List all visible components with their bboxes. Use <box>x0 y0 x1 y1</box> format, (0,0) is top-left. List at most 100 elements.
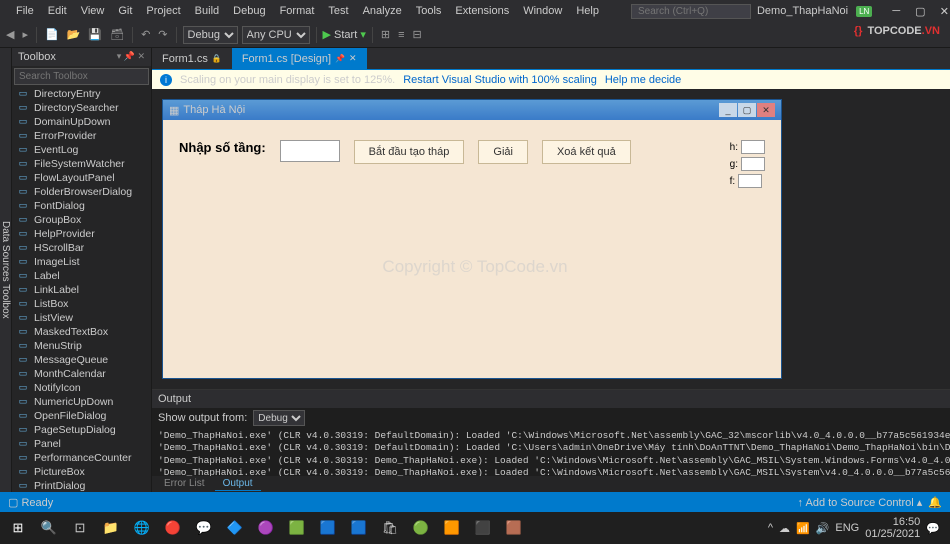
toolbox-item[interactable]: ▭DomainUpDown <box>12 115 151 129</box>
tab-error-list[interactable]: Error List <box>156 477 213 491</box>
chrome-icon[interactable]: 🔴 <box>159 515 187 541</box>
close-button[interactable]: ✕ <box>936 5 950 18</box>
menu-debug[interactable]: Debug <box>227 3 271 19</box>
app-icon[interactable]: 🟦 <box>314 515 342 541</box>
mini-input[interactable] <box>741 140 765 154</box>
start-button[interactable]: ▶ Start ▾ <box>323 28 366 41</box>
toolbox-item[interactable]: ▭FontDialog <box>12 199 151 213</box>
tab-output[interactable]: Output <box>215 477 261 491</box>
tray-volume-icon[interactable]: 🔊 <box>816 522 830 535</box>
notifications-icon[interactable]: 🔔 <box>928 496 942 509</box>
menu-window[interactable]: Window <box>517 3 568 19</box>
system-tray[interactable]: ^ ☁ 📶 🔊 ENG 16:5001/25/2021 💬 <box>768 516 946 540</box>
start-button[interactable]: ⊞ <box>4 515 32 541</box>
new-icon[interactable]: 📄 <box>43 28 61 41</box>
panel-controls[interactable]: ▾ 📌 ✕ <box>117 51 145 63</box>
tool-icon[interactable]: ⊞ <box>379 28 392 41</box>
toolbox-search-input[interactable] <box>14 68 149 85</box>
menu-git[interactable]: Git <box>112 3 138 19</box>
toolbox-item[interactable]: ▭MaskedTextBox <box>12 325 151 339</box>
form-min-icon[interactable]: _ <box>719 103 737 117</box>
word-icon[interactable]: 🟦 <box>345 515 373 541</box>
save-icon[interactable]: 💾 <box>86 28 104 41</box>
form-designer[interactable]: ▦ Tháp Hà Nội _ ▢ ✕ Nhập số tầng: Bắt đầ… <box>152 89 950 389</box>
tool-icon[interactable]: ≡ <box>396 29 406 41</box>
left-vertical-tabs[interactable]: Data Sources Toolbox <box>0 48 12 492</box>
menu-analyze[interactable]: Analyze <box>357 3 408 19</box>
form-max-icon[interactable]: ▢ <box>738 103 756 117</box>
toolbox-item[interactable]: ▭HelpProvider <box>12 227 151 241</box>
task-view-icon[interactable]: ⊡ <box>66 515 94 541</box>
terminal-icon[interactable]: ⬛ <box>469 515 497 541</box>
menu-build[interactable]: Build <box>189 3 225 19</box>
platform-select[interactable]: Any CPU <box>242 26 310 44</box>
coccoc-icon[interactable]: 🟢 <box>407 515 435 541</box>
config-select[interactable]: Debug <box>183 26 238 44</box>
clear-button[interactable]: Xoá kết quả <box>542 140 631 164</box>
open-icon[interactable]: 📂 <box>65 28 83 41</box>
tab-form1-cs[interactable]: Form1.cs🔒 <box>152 48 232 69</box>
tray-wifi-icon[interactable]: 📶 <box>796 522 810 535</box>
toolbox-item[interactable]: ▭OpenFileDialog <box>12 409 151 423</box>
nav-fwd-icon[interactable]: ▸ <box>20 28 30 41</box>
toolbox-item[interactable]: ▭PictureBox <box>12 465 151 479</box>
messenger-icon[interactable]: 💬 <box>190 515 218 541</box>
toolbox-item[interactable]: ▭DirectorySearcher <box>12 101 151 115</box>
explorer-icon[interactable]: 📁 <box>97 515 125 541</box>
toolbox-item[interactable]: ▭MessageQueue <box>12 353 151 367</box>
nav-back-icon[interactable]: ◀ <box>4 28 16 41</box>
solve-button[interactable]: Giải <box>478 140 528 164</box>
menu-tools[interactable]: Tools <box>410 3 448 19</box>
tab-form1-design[interactable]: Form1.cs [Design]📌✕ <box>232 48 367 69</box>
tray-chevron-icon[interactable]: ^ <box>768 522 773 534</box>
toolbox-item[interactable]: ▭ErrorProvider <box>12 129 151 143</box>
toolbox-item[interactable]: ▭GroupBox <box>12 213 151 227</box>
tray-lang-icon[interactable]: ENG <box>835 522 859 534</box>
toolbox-item[interactable]: ▭Label <box>12 269 151 283</box>
toolbox-item[interactable]: ▭NumericUpDown <box>12 395 151 409</box>
notification-center-icon[interactable]: 💬 <box>926 522 940 535</box>
vscode-icon[interactable]: 🔷 <box>221 515 249 541</box>
toolbox-item[interactable]: ▭PageSetupDialog <box>12 423 151 437</box>
create-button[interactable]: Bắt đầu tạo tháp <box>354 140 465 164</box>
toolbox-item[interactable]: ▭FlowLayoutPanel <box>12 171 151 185</box>
pycharm-icon[interactable]: 🟩 <box>283 515 311 541</box>
toolbox-item[interactable]: ▭FileSystemWatcher <box>12 157 151 171</box>
restart-link[interactable]: Restart Visual Studio with 100% scaling <box>403 74 597 86</box>
edge-icon[interactable]: 🌐 <box>128 515 156 541</box>
redo-icon[interactable]: ↷ <box>156 28 169 41</box>
toolbox-item[interactable]: ▭Panel <box>12 437 151 451</box>
tray-cloud-icon[interactable]: ☁ <box>779 522 790 535</box>
form-preview-icon[interactable]: 🟫 <box>500 515 528 541</box>
mini-input[interactable] <box>741 157 765 171</box>
toolbox-item[interactable]: ▭ListBox <box>12 297 151 311</box>
help-link[interactable]: Help me decide <box>605 74 681 86</box>
toolbox-item[interactable]: ▭PerformanceCounter <box>12 451 151 465</box>
taskbar-search-icon[interactable]: 🔍 <box>35 515 63 541</box>
toolbox-item[interactable]: ▭ImageList <box>12 255 151 269</box>
maximize-button[interactable]: ▢ <box>912 5 928 18</box>
undo-icon[interactable]: ↶ <box>139 28 152 41</box>
menu-view[interactable]: View <box>75 3 111 19</box>
toolbox-item[interactable]: ▭HScrollBar <box>12 241 151 255</box>
form-close-icon[interactable]: ✕ <box>757 103 775 117</box>
toolbox-item[interactable]: ▭MonthCalendar <box>12 367 151 381</box>
toolbox-item[interactable]: ▭PrintDialog <box>12 479 151 492</box>
global-search-input[interactable] <box>631 4 751 19</box>
toolbox-item[interactable]: ▭EventLog <box>12 143 151 157</box>
save-all-icon[interactable]: 🗃 <box>108 28 126 41</box>
tool-icon[interactable]: ⊟ <box>410 28 423 41</box>
minimize-button[interactable]: ─ <box>888 5 904 18</box>
menu-format[interactable]: Format <box>274 3 321 19</box>
mini-input[interactable] <box>738 174 762 188</box>
menu-project[interactable]: Project <box>140 3 186 19</box>
design-form-window[interactable]: ▦ Tháp Hà Nội _ ▢ ✕ Nhập số tầng: Bắt đầ… <box>162 99 782 379</box>
store-icon[interactable]: 🛍 <box>376 515 404 541</box>
menu-test[interactable]: Test <box>322 3 354 19</box>
toolbox-item[interactable]: ▭LinkLabel <box>12 283 151 297</box>
menu-extensions[interactable]: Extensions <box>449 3 515 19</box>
output-source-select[interactable]: Debug <box>253 410 305 426</box>
taskbar-clock[interactable]: 16:5001/25/2021 <box>865 516 920 540</box>
app-icon[interactable]: 🟧 <box>438 515 466 541</box>
vs-icon[interactable]: 🟣 <box>252 515 280 541</box>
